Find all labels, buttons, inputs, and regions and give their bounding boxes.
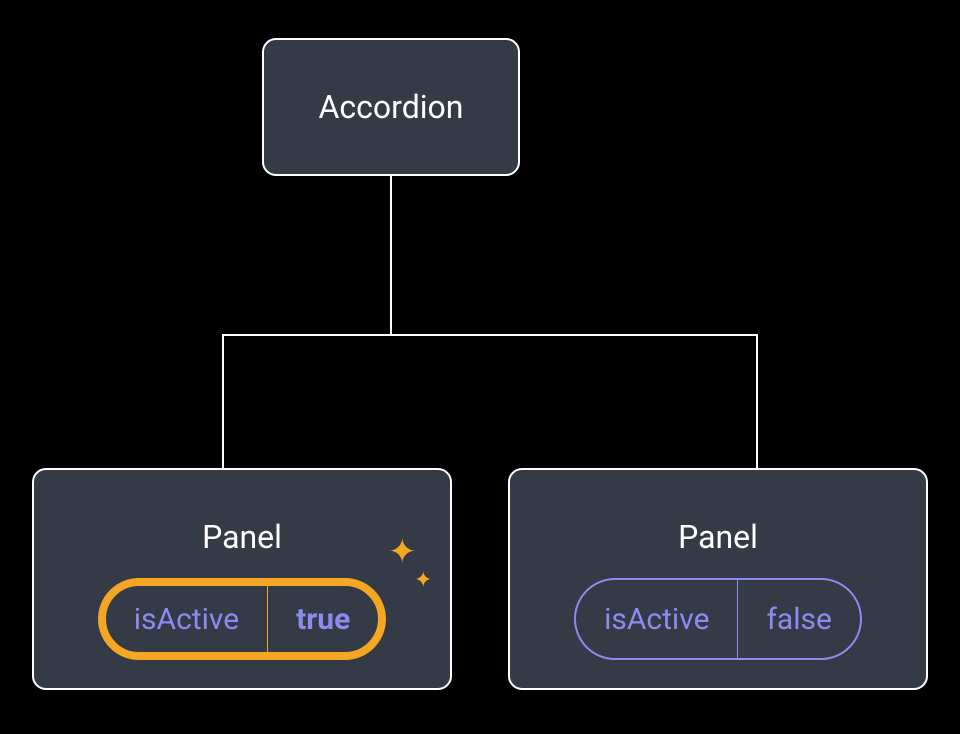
panel-right-label: Panel <box>678 518 758 556</box>
connector-horizontal-bar <box>222 334 758 336</box>
connector-right-down <box>756 334 758 468</box>
panel-node-left: Panel isActive true <box>32 468 452 690</box>
panel-node-right: Panel isActive false <box>508 468 928 690</box>
prop-pill-left: isActive true <box>98 578 387 660</box>
prop-name-cell: isActive <box>576 580 738 658</box>
prop-pill-right: isActive false <box>574 578 862 660</box>
prop-value-cell: true <box>268 586 378 652</box>
prop-value-cell: false <box>738 580 859 658</box>
sparkle-icon: ✦ <box>388 532 417 572</box>
sparkle-icon: ✦ <box>414 568 432 593</box>
prop-name-left: isActive <box>134 602 239 637</box>
panel-left-label: Panel <box>202 518 282 556</box>
prop-name-right: isActive <box>604 602 709 637</box>
accordion-node: Accordion <box>262 38 520 176</box>
accordion-label: Accordion <box>319 88 464 126</box>
prop-name-cell: isActive <box>106 586 268 652</box>
prop-value-left: true <box>296 602 350 637</box>
prop-value-right: false <box>766 602 831 637</box>
connector-left-down <box>222 334 224 468</box>
connector-root-down <box>390 176 392 334</box>
